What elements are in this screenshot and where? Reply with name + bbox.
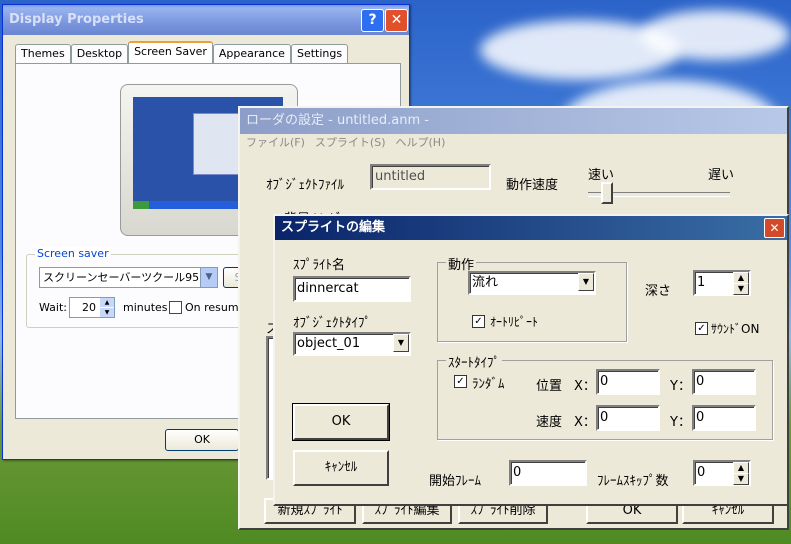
menu-help[interactable]: ヘルプ(H) xyxy=(396,134,446,152)
screensaver-select-value: スクリーンセーバーツクール95 xyxy=(43,271,200,284)
motion-value: 流れ xyxy=(472,275,499,290)
loader-titlebar[interactable]: ローダの設定 - untitled.anm - xyxy=(240,108,787,134)
position-label: 位置 xyxy=(536,379,563,394)
sprite-edit-title: スプライトの編集 xyxy=(281,220,386,235)
depth-spinner[interactable]: 1 ▲ ▼ xyxy=(693,270,751,296)
screensaver-select[interactable]: スクリーンセーバーツクール95 ▼ xyxy=(39,267,218,288)
autorepeat-label: ｵｰﾄﾘﾋﾟｰﾄ xyxy=(490,315,539,329)
screensaver-group-title: Screen saver xyxy=(35,247,111,260)
tab-themes[interactable]: Themes xyxy=(15,44,71,63)
sprite-edit-dialog: スプライトの編集 ✕ ｽﾌﾟﾗｲﾄ名 dinnercat ｵﾌﾞｼﾞｪｸﾄﾀｲﾌ… xyxy=(273,214,789,506)
motion-select[interactable]: 流れ ▼ xyxy=(468,271,596,295)
frame-skip-spinner[interactable]: 0 ▲ ▼ xyxy=(693,460,751,486)
position-y-label: Y： xyxy=(670,379,691,394)
wait-label: Wait: xyxy=(39,301,67,314)
start-frame-label: 開始ﾌﾚｰﾑ xyxy=(429,474,482,489)
speed-x-input[interactable]: 0 xyxy=(596,405,660,431)
tab-appearance[interactable]: Appearance xyxy=(212,44,291,63)
depth-label: 深さ xyxy=(645,284,672,299)
loader-title: ローダの設定 - untitled.anm - xyxy=(246,113,429,128)
sound-checkbox[interactable]: ✓ xyxy=(695,322,708,335)
depth-value: 1 xyxy=(697,275,706,290)
sound-label: ｻｳﾝﾄﾞON xyxy=(711,322,760,336)
preview-start-button xyxy=(133,201,149,209)
wallpaper-cloud xyxy=(640,10,790,60)
object-type-value: object_01 xyxy=(297,336,361,351)
sprite-ok-button[interactable]: OK xyxy=(292,403,390,441)
loader-menubar: ファイル(F) スプライト(S) ヘルプ(H) xyxy=(240,134,787,152)
start-type-group: ｽﾀｰﾄﾀｲﾌﾟ ✓ ﾗﾝﾀﾞﾑ 位置 X： 0 Y： 0 速度 X： 0 Y：… xyxy=(437,352,773,440)
chevron-down-icon[interactable]: ▼ xyxy=(578,273,594,291)
wait-spinner[interactable]: 20 ▲ ▼ xyxy=(69,297,115,318)
speed-slow-label: 遅い xyxy=(708,168,735,183)
menu-sprite[interactable]: スプライト(S) xyxy=(315,134,386,152)
object-file-field[interactable]: untitled xyxy=(370,164,491,190)
help-button[interactable]: ? xyxy=(361,9,384,32)
tab-settings[interactable]: Settings xyxy=(290,44,349,63)
menu-file[interactable]: ファイル(F) xyxy=(246,134,305,152)
chevron-down-icon[interactable]: ▼ xyxy=(393,334,409,352)
window-title: Display Properties xyxy=(9,12,144,27)
speed-y-input[interactable]: 0 xyxy=(692,405,756,431)
position-x-input[interactable]: 0 xyxy=(596,369,660,395)
spinner-up-icon[interactable]: ▲ xyxy=(100,298,114,307)
minutes-label: minutes xyxy=(123,301,168,314)
speed-label: 動作速度 xyxy=(506,178,559,193)
autorepeat-checkbox[interactable]: ✓ xyxy=(472,315,485,328)
motion-group: 動作 流れ ▼ ✓ ｵｰﾄﾘﾋﾟｰﾄ xyxy=(437,254,627,342)
sprite-name-label: ｽﾌﾟﾗｲﾄ名 xyxy=(293,258,346,273)
random-label: ﾗﾝﾀﾞﾑ xyxy=(472,377,505,392)
tab-strip: Themes Desktop Screen Saver Appearance S… xyxy=(15,41,349,63)
sprite-name-input[interactable]: dinnercat xyxy=(293,276,411,302)
object-type-select[interactable]: object_01 ▼ xyxy=(293,332,411,356)
ok-button[interactable]: OK xyxy=(165,429,239,451)
speed-x-label: X： xyxy=(574,415,596,430)
frame-skip-value: 0 xyxy=(697,465,706,480)
frame-skip-label: ﾌﾚｰﾑｽｷｯﾌﾟ数 xyxy=(597,474,669,489)
spinner-down-icon[interactable]: ▼ xyxy=(100,308,114,317)
random-checkbox[interactable]: ✓ xyxy=(454,375,467,388)
close-icon[interactable]: ✕ xyxy=(764,218,785,238)
spinner-down-icon[interactable]: ▼ xyxy=(733,283,749,295)
close-button[interactable]: ✕ xyxy=(385,9,408,32)
sprite-edit-titlebar[interactable]: スプライトの編集 ✕ xyxy=(275,216,787,240)
position-y-input[interactable]: 0 xyxy=(692,369,756,395)
on-resume-checkbox[interactable] xyxy=(169,301,182,314)
position-x-label: X： xyxy=(574,379,596,394)
speed-label: 速度 xyxy=(536,415,563,430)
object-file-label: ｵﾌﾞｼﾞｪｸﾄﾌｧｲﾙ xyxy=(266,178,344,193)
sprite-cancel-button[interactable]: ｷｬﾝｾﾙ xyxy=(293,450,389,486)
tab-desktop[interactable]: Desktop xyxy=(70,44,129,63)
speed-fast-label: 速い xyxy=(588,168,615,183)
spinner-down-icon[interactable]: ▼ xyxy=(733,473,749,485)
speed-y-label: Y： xyxy=(670,415,691,430)
speed-slider-thumb[interactable] xyxy=(601,182,614,204)
tab-screen-saver[interactable]: Screen Saver xyxy=(128,41,213,63)
object-type-label: ｵﾌﾞｼﾞｪｸﾄﾀｲﾌﾟ xyxy=(293,316,371,331)
start-type-group-title: ｽﾀｰﾄﾀｲﾌﾟ xyxy=(446,352,502,371)
chevron-down-icon[interactable]: ▼ xyxy=(200,268,217,287)
start-frame-input[interactable]: 0 xyxy=(509,460,587,486)
display-properties-titlebar[interactable]: Display Properties ? ✕ xyxy=(3,5,409,35)
